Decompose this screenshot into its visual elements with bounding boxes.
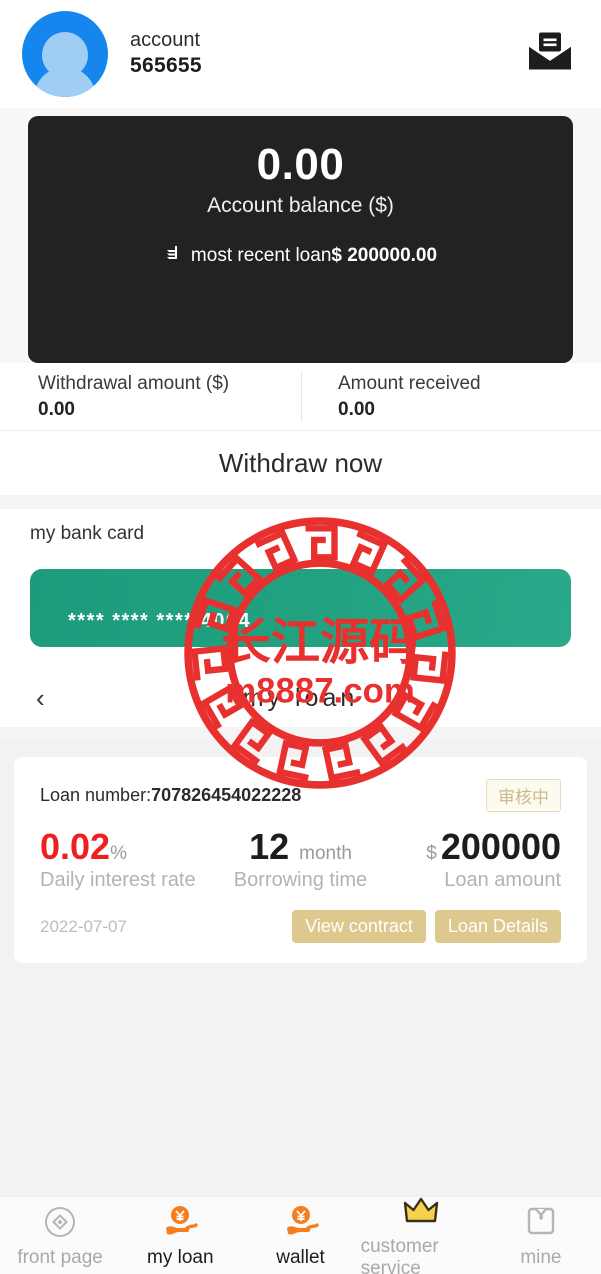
loan-number-label: Loan number: (40, 785, 152, 805)
nav-item-customer-service[interactable]: customer service (361, 1191, 481, 1274)
open-envelope-mail-icon[interactable] (527, 32, 573, 77)
nav-label-my-loan: my loan (147, 1247, 214, 1268)
daily-rate-stat: 0.02% Daily interest rate (40, 828, 214, 892)
loan-card-footer: 2022-07-07 View contract Loan Details (40, 910, 561, 944)
recent-loan-value: $ 200000.00 (331, 245, 438, 267)
recent-loan-prefix: most recent loan (190, 245, 332, 267)
nav-item-wallet[interactable]: wallet (240, 1202, 360, 1269)
term-stat: 12 month Borrowing time (214, 828, 388, 892)
withdrawal-amount-label: Withdrawal amount ($) (38, 372, 230, 394)
account-id: 565655 (130, 54, 202, 78)
term-value: 12 month (214, 828, 388, 866)
nav-item-front-page[interactable]: front page (0, 1202, 120, 1269)
balance-section: 0.00 Account balance ($) most recent loa… (0, 108, 601, 363)
amount-received-cell[interactable]: Amount received 0.00 (301, 370, 601, 423)
daily-rate-number: 0.02 (40, 826, 111, 867)
view-contract-button[interactable]: View contract (292, 910, 426, 944)
bank-card-title: my bank card (25, 523, 221, 548)
balance-card: 0.00 Account balance ($) most recent loa… (28, 116, 573, 363)
account-label: account (130, 28, 201, 51)
loan-amount-caption: Loan amount (444, 868, 562, 891)
loan-number-row: Loan number:707826454022228 审核中 (40, 779, 561, 812)
loan-details-button[interactable]: Loan Details (434, 910, 561, 944)
hand-yuan-coin-icon (162, 1202, 198, 1242)
loan-amount-currency: $ (426, 843, 437, 864)
app-screen: account 565655 0.00 Account balance ($) (0, 0, 601, 1274)
recent-loan-row: most recent loan$ 200000.00 (28, 243, 573, 269)
section-divider-2 (0, 727, 601, 741)
wallet-bag-icon (525, 1202, 557, 1242)
crown-icon (401, 1191, 441, 1231)
avatar[interactable] (22, 11, 108, 97)
status-badge: 审核中 (486, 779, 561, 812)
loan-action-buttons: View contract Loan Details (292, 910, 561, 944)
bank-card-section: my bank card **** **** **** 4004 (0, 509, 601, 669)
diamond-circle-icon (43, 1202, 77, 1242)
loan-number-value: 707826454022228 (151, 785, 302, 805)
balance-amount: 0.00 (256, 140, 345, 189)
bank-card-number: **** **** **** 4004 (68, 610, 252, 632)
nav-label-front-page: front page (17, 1247, 103, 1268)
term-caption: Borrowing time (233, 868, 368, 891)
loan-stats: 0.02% Daily interest rate 12 month Borro… (40, 828, 561, 892)
loan-amount-number: 200000 (440, 826, 562, 867)
withdraw-amounts-row: Withdrawal amount ($) 0.00 Amount receiv… (0, 363, 601, 431)
withdraw-now-button[interactable]: Withdraw now (0, 431, 601, 495)
withdrawal-amount-value: 0.00 (38, 398, 75, 420)
loan-number: Loan number:707826454022228 (40, 785, 301, 806)
hand-yuan-coin-icon (283, 1202, 319, 1242)
withdrawal-amount-cell[interactable]: Withdrawal amount ($) 0.00 (0, 371, 301, 422)
avatar-body-shape (34, 67, 96, 97)
term-number: 12 (249, 826, 290, 867)
amount-stat: $200000 Loan amount (387, 828, 561, 892)
recent-loan-text: most recent loan$ 200000.00 (191, 245, 437, 267)
loan-card[interactable]: Loan number:707826454022228 审核中 0.02% Da… (14, 757, 587, 964)
bank-card-item[interactable]: **** **** **** 4004 (30, 569, 571, 647)
my-loan-header: ‹ my loan (0, 669, 601, 727)
daily-rate-value: 0.02% (40, 828, 214, 866)
daily-rate-unit: % (110, 843, 127, 864)
nav-item-my-loan[interactable]: my loan (120, 1202, 240, 1269)
nav-label-customer-service: customer service (360, 1236, 439, 1274)
header-bar: account 565655 (0, 0, 601, 108)
my-loan-title: my loan (242, 683, 359, 712)
loan-list: Loan number:707826454022228 审核中 0.02% Da… (0, 741, 601, 964)
nav-item-mine[interactable]: mine (481, 1202, 601, 1269)
amount-received-value: 0.00 (338, 398, 375, 420)
nav-label-wallet: wallet (276, 1247, 325, 1268)
section-divider (0, 495, 601, 509)
balance-label: Account balance ($) (207, 194, 394, 218)
amount-received-label: Amount received (338, 372, 481, 394)
account-info: account 565655 (130, 28, 202, 80)
loan-amount-value: $200000 (387, 828, 561, 866)
loan-date: 2022-07-07 (40, 916, 127, 936)
daily-rate-caption: Daily interest rate (40, 868, 196, 891)
bank-card-title-wrap: my bank card (0, 523, 601, 548)
bottom-nav: front page my loan wallet customer servi… (0, 1196, 601, 1274)
term-unit: month (299, 843, 352, 864)
stacked-coins-icon (164, 243, 184, 269)
nav-label-mine: mine (520, 1247, 562, 1268)
chevron-left-icon[interactable]: ‹ (36, 685, 45, 711)
